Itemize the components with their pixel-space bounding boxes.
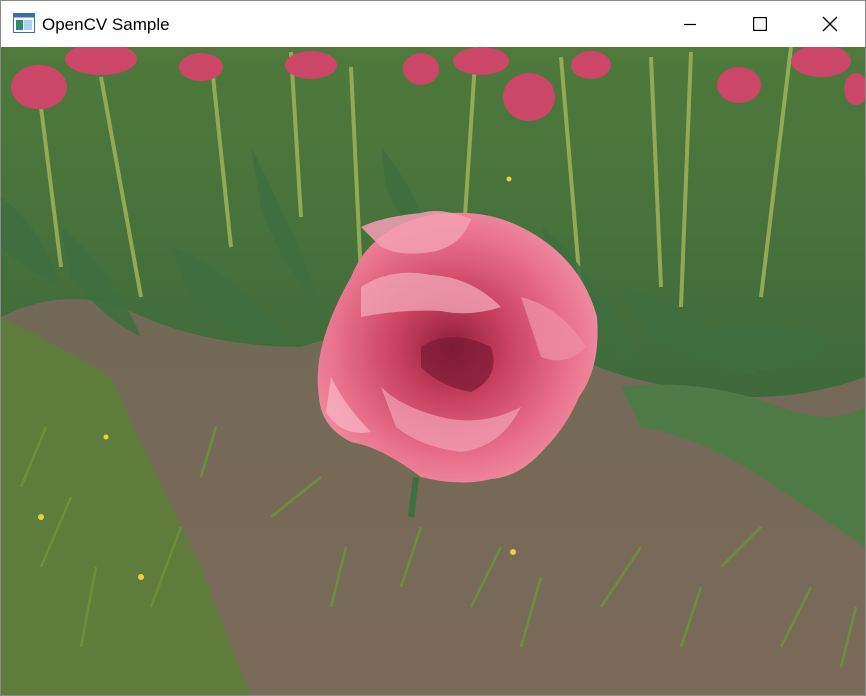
app-window: OpenCV Sample (0, 0, 866, 696)
minimize-icon (684, 23, 696, 26)
minimize-button[interactable] (655, 1, 725, 47)
title-bar[interactable]: OpenCV Sample (1, 1, 865, 47)
pink-tulip-photo (1, 47, 865, 695)
app-window-icon[interactable] (13, 13, 35, 33)
maximize-button[interactable] (725, 1, 795, 47)
window-title: OpenCV Sample (42, 15, 170, 34)
image-canvas[interactable] (1, 47, 865, 695)
close-icon (822, 16, 838, 32)
close-button[interactable] (795, 1, 865, 47)
maximize-icon (753, 17, 767, 31)
